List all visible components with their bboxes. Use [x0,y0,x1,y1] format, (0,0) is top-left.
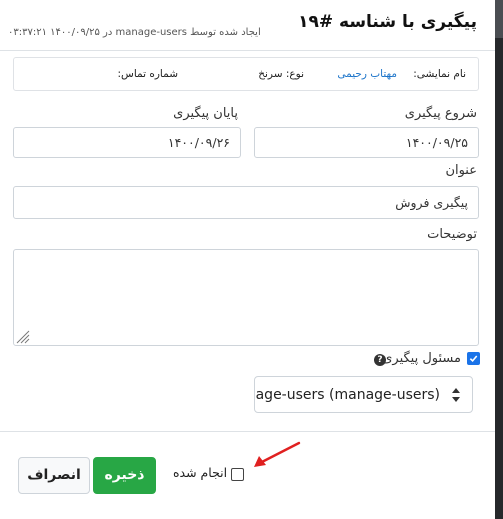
done-checkbox[interactable] [231,468,244,481]
check-icon [469,355,478,363]
responsible-checkbox[interactable] [467,352,480,365]
description-label: توضیحات [427,227,477,242]
display-name-value[interactable]: مهتاب رحیمی [337,68,397,80]
modal-header: پیگیری با شناسه #۱۹ ایجاد شده توسط manag… [0,0,495,51]
footer-divider [0,431,495,432]
done-label: انجام شده [173,465,228,480]
description-textarea[interactable] [13,249,479,346]
start-date-label: شروع پیگیری [404,106,477,121]
responsible-select[interactable]: nage-users (manage-users) [254,376,473,413]
end-date-field[interactable] [13,127,241,158]
responsible-select-value: nage-users (manage-users) [254,387,440,403]
chevron-up-down-icon [452,388,460,402]
right-edge-strip [495,0,503,38]
type-label: نوع: سرنخ [258,68,304,80]
resize-grip-icon[interactable] [16,330,30,344]
red-arrow-icon [254,441,301,467]
modal-subtitle: ایجاد شده توسط manage-users در ۱۴۰۰/۰۹/۲… [8,27,261,38]
right-edge-bar [495,0,503,519]
end-date-input[interactable] [24,128,230,157]
responsible-label: مسئول پیگیری [382,351,461,366]
end-date-label: پایان پیگیری [173,106,238,121]
cancel-button[interactable]: انصراف [18,457,90,494]
subject-label: عنوان [445,163,477,178]
modal-title: پیگیری با شناسه #۱۹ [298,12,477,32]
display-name-label: نام نمایشی: [413,68,466,80]
subject-input[interactable] [24,187,468,218]
info-card: نام نمایشی: مهتاب رحیمی نوع: سرنخ شماره … [13,57,479,91]
start-date-field[interactable] [254,127,479,158]
subject-field[interactable] [13,186,479,219]
start-date-input[interactable] [265,128,468,157]
phone-label: شماره تماس: [117,68,178,80]
question-circle-icon[interactable]: ? [374,354,386,366]
save-button[interactable]: ذخیره [93,457,156,494]
